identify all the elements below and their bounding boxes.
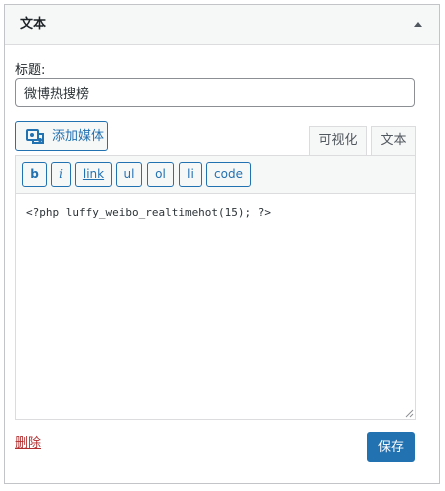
content-textarea[interactable]: <?php luffy_weibo_realtimehot(15); ?> (16, 194, 415, 419)
resize-grip-icon[interactable] (405, 409, 414, 418)
quicktags-toolbar: b i link ul ol li code (16, 156, 415, 194)
tab-visual[interactable]: 可视化 (309, 126, 367, 156)
add-media-button[interactable]: 添加媒体 (15, 121, 108, 151)
quicktag-li-button[interactable]: li (179, 162, 202, 187)
quicktag-ul-button[interactable]: ul (116, 162, 142, 187)
widget-header[interactable]: 文本 (5, 5, 439, 45)
save-button[interactable]: 保存 (367, 432, 415, 462)
quicktag-italic-button[interactable]: i (51, 162, 71, 187)
quicktag-bold-button[interactable]: b (22, 162, 47, 187)
collapse-arrow-icon[interactable] (409, 15, 429, 35)
media-icon (26, 129, 44, 144)
quicktag-ol-button[interactable]: ol (147, 162, 174, 187)
add-media-label: 添加媒体 (51, 128, 104, 143)
editor: b i link ul ol li code <?php luffy_weibo… (15, 155, 416, 420)
quicktag-code-button[interactable]: code (206, 162, 251, 187)
widget-title: 文本 (20, 17, 47, 32)
quicktag-link-button[interactable]: link (75, 162, 112, 187)
tab-text[interactable]: 文本 (371, 126, 416, 156)
title-input[interactable] (15, 78, 415, 107)
delete-link[interactable]: 删除 (15, 435, 41, 453)
